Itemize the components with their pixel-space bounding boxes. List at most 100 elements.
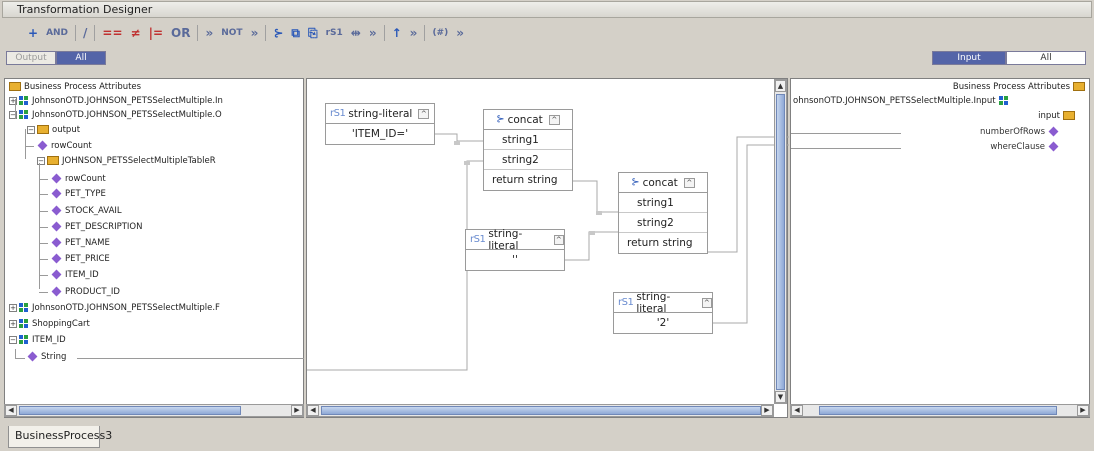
more-menu-button[interactable]: »	[406, 24, 422, 42]
tree-item[interactable]: + JohnsonOTD.JOHNSON_PETSSelectMultiple.F	[9, 303, 220, 314]
scroll-thumb[interactable]	[321, 406, 761, 415]
tab-all-left[interactable]: All	[56, 51, 106, 65]
divide-button[interactable]: /	[79, 24, 91, 42]
scroll-left-icon[interactable]: ◀	[307, 405, 319, 416]
string-literal-node[interactable]: rS1 string-literal ^ ''	[465, 228, 565, 271]
node-header[interactable]: ⊱ concat ^	[484, 110, 572, 130]
scroll-down-icon[interactable]: ▼	[775, 391, 786, 403]
collapse-caret-icon[interactable]: ^	[553, 234, 564, 245]
collapse-toggle-icon[interactable]: −	[9, 335, 17, 344]
concat-node[interactable]: ⊱ concat ^ string1 string2 return string	[483, 109, 573, 191]
string-literal-node[interactable]: rS1 string-literal ^ 'ITEM_ID='	[325, 103, 435, 145]
tree-item[interactable]: PET_TYPE	[51, 188, 106, 200]
add-button[interactable]: +	[24, 24, 42, 42]
tree-item[interactable]: STOCK_AVAIL	[51, 205, 122, 217]
scroll-up-icon[interactable]: ▲	[775, 80, 786, 92]
more-menu-button[interactable]: »	[365, 24, 381, 42]
expand-toggle-icon[interactable]: +	[9, 319, 17, 328]
tree-item[interactable]: rowCount	[51, 173, 106, 185]
tree-item-label: Business Process Attributes	[952, 82, 1070, 92]
input-port[interactable]: string2	[484, 150, 572, 170]
string-literal-node[interactable]: rS1 string-literal ^ '2'	[613, 291, 713, 334]
canvas-hscroll[interactable]: ◀ ▶	[306, 404, 774, 417]
canvas-vscroll[interactable]: ▲ ▼	[774, 79, 787, 404]
collapse-caret-icon[interactable]: ^	[683, 177, 695, 188]
node-header[interactable]: rS1 string-literal ^	[466, 228, 564, 252]
literal-value[interactable]: ''	[466, 250, 564, 270]
concat-node[interactable]: ⊱ concat ^ string1 string2 return string	[618, 172, 708, 254]
tree-item[interactable]: − ITEM_ID	[9, 335, 66, 346]
tree-item[interactable]: Business Process Attributes	[953, 82, 1085, 93]
more-menu-icon: »	[205, 26, 214, 40]
scroll-thumb[interactable]	[19, 406, 241, 415]
tree-item[interactable]: String	[27, 351, 66, 363]
concat-button[interactable]: ⊱	[269, 24, 287, 42]
tree-item[interactable]: PRODUCT_ID	[51, 286, 120, 298]
tree-item[interactable]: rowCount	[37, 140, 92, 152]
tree-item[interactable]: ohnsonOTD.JOHNSON_PETSSelectMultiple.Inp…	[793, 96, 1081, 107]
up-arrow-button[interactable]: ↑	[388, 24, 406, 42]
node-header[interactable]: rS1 string-literal ^	[614, 291, 712, 315]
literal-value[interactable]: '2'	[614, 313, 712, 333]
collapse-caret-icon[interactable]: ^	[548, 114, 560, 125]
collapse-caret-icon[interactable]: ^	[418, 108, 430, 119]
link-button[interactable]: ⇹	[347, 24, 365, 42]
tree-item[interactable]: input	[1038, 111, 1075, 122]
node-header[interactable]: ⊱ concat ^	[619, 173, 707, 193]
tree-item[interactable]: PET_NAME	[51, 237, 110, 249]
tab-businessprocess3[interactable]: BusinessProcess3	[8, 426, 112, 448]
output-port[interactable]: return string	[484, 170, 572, 190]
tree-item[interactable]: + JohnsonOTD.JOHNSON_PETSSelectMultiple.I…	[9, 96, 223, 107]
scroll-left-icon[interactable]: ◀	[5, 405, 17, 416]
scroll-right-icon[interactable]: ▶	[1077, 405, 1089, 416]
input-port[interactable]: string2	[619, 213, 707, 233]
source-tree-hscroll[interactable]: ◀ ▶	[4, 404, 304, 417]
expand-toggle-icon[interactable]: +	[9, 303, 17, 312]
tree-item[interactable]: ITEM_ID	[51, 269, 99, 281]
and-operator-button[interactable]: AND	[42, 24, 72, 42]
scroll-thumb[interactable]	[776, 94, 785, 390]
business-object-icon	[19, 335, 29, 344]
mapping-canvas[interactable]: rS1 string-literal ^ 'ITEM_ID=' ⊱ concat…	[306, 78, 789, 418]
tree-item-label: PET_DESCRIPTION	[65, 222, 143, 232]
more-menu-button[interactable]: »	[452, 24, 468, 42]
less-equal-button[interactable]: |=	[145, 24, 167, 42]
attribute-diamond-icon	[51, 237, 62, 248]
not-equals-button[interactable]: ≠	[127, 24, 145, 42]
destination-tree-hscroll[interactable]: ◀ ▶	[790, 404, 1090, 417]
scroll-thumb[interactable]	[819, 406, 1057, 415]
paste-button[interactable]: ⎘	[304, 24, 322, 42]
tree-item[interactable]: − output	[27, 125, 80, 136]
literal-value[interactable]: 'ITEM_ID='	[326, 124, 434, 144]
tab-all-right[interactable]: All	[1006, 51, 1086, 65]
collapse-caret-icon[interactable]: ^	[701, 297, 712, 308]
business-object-icon	[19, 319, 29, 328]
scroll-right-icon[interactable]: ▶	[291, 405, 303, 416]
decimal-button[interactable]: (#)	[428, 24, 452, 42]
string-literal-button[interactable]: rS1	[322, 24, 347, 42]
input-port[interactable]: string1	[619, 193, 707, 213]
tree-item[interactable]: Business Process Attributes	[9, 82, 141, 93]
or-operator-button[interactable]: OR	[167, 24, 194, 42]
tab-output[interactable]: Output	[6, 51, 56, 65]
equals-button[interactable]: ==	[98, 24, 126, 42]
not-operator-button[interactable]: NOT	[217, 24, 246, 42]
tree-item[interactable]: PET_PRICE	[51, 253, 110, 265]
tree-item-label: JohnsonOTD.JOHNSON_PETSSelectMultiple.F	[32, 303, 220, 313]
copy-button[interactable]: ⧉	[287, 24, 304, 42]
tree-item[interactable]: PET_DESCRIPTION	[51, 221, 143, 233]
tree-item[interactable]: + ShoppingCart	[9, 319, 90, 330]
collapse-toggle-icon[interactable]: −	[27, 125, 35, 134]
tree-item[interactable]: numberOfRows	[980, 126, 1059, 138]
more-menu-button[interactable]: »	[201, 24, 217, 42]
tab-input[interactable]: Input	[932, 51, 1006, 65]
output-port[interactable]: return string	[619, 233, 707, 253]
input-port[interactable]: string1	[484, 130, 572, 150]
tree-item[interactable]: whereClause	[990, 141, 1059, 153]
scroll-right-icon[interactable]: ▶	[761, 405, 773, 416]
scroll-left-icon[interactable]: ◀	[791, 405, 803, 416]
more-menu-button[interactable]: »	[247, 24, 263, 42]
tree-item[interactable]: − JohnsonOTD.JOHNSON_PETSSelectMultiple.O	[9, 110, 222, 121]
tree-item[interactable]: − JOHNSON_PETSSelectMultipleTableR	[37, 156, 216, 167]
node-header[interactable]: rS1 string-literal ^	[326, 104, 434, 124]
